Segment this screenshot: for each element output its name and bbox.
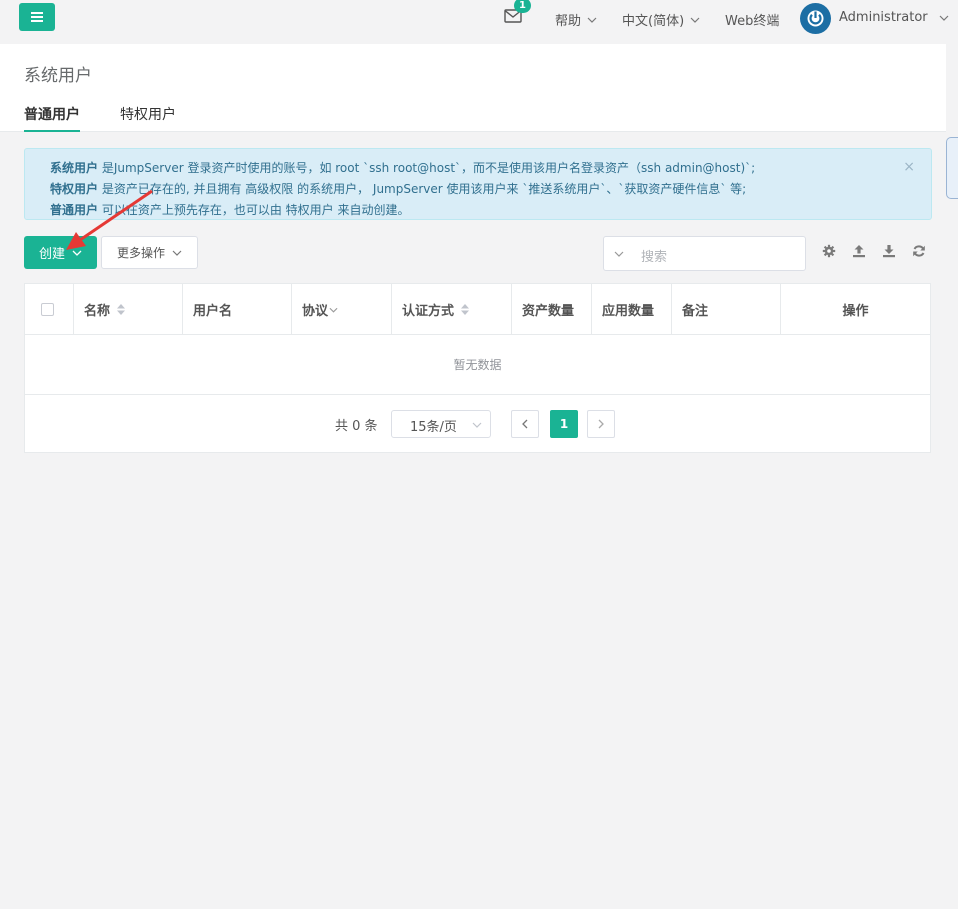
- chevron-right-icon: [598, 419, 604, 429]
- filter-chevron-icon[interactable]: [329, 307, 338, 313]
- table-header: 名称 用户名 协议 认证方式 资产数量 应用数量 备注 操作: [25, 284, 930, 335]
- user-name: Administrator: [839, 10, 928, 25]
- more-actions-button[interactable]: 更多操作: [101, 236, 198, 269]
- column-actions: 操作: [842, 304, 869, 319]
- mail-count-badge: 1: [514, 0, 531, 13]
- help-menu[interactable]: 帮助: [555, 10, 597, 29]
- alert-line-1: 系统用户 是JumpServer 登录资产时使用的账号，如 root `ssh …: [50, 161, 756, 175]
- select-all-checkbox[interactable]: [41, 303, 54, 316]
- alert-line-3: 普通用户 可以在资产上预先存在，也可以由 特权用户 来自动创建。: [50, 203, 410, 217]
- total-count: 共 0 条: [335, 419, 378, 434]
- chevron-down-icon: [939, 15, 949, 21]
- top-navbar: 1 帮助 中文(简体) Web终端 Administrator: [0, 0, 958, 44]
- info-alert: 系统用户 是JumpServer 登录资产时使用的账号，如 root `ssh …: [24, 148, 932, 220]
- column-asset-count: 资产数量: [512, 284, 592, 335]
- select-all-cell: [25, 284, 74, 335]
- upload-icon[interactable]: [852, 244, 866, 258]
- help-label: 帮助: [555, 14, 582, 29]
- page-number-current[interactable]: 1: [550, 410, 578, 438]
- page-title: 系统用户: [24, 66, 92, 86]
- user-menu[interactable]: Administrator: [839, 10, 949, 25]
- chevron-down-icon: [587, 17, 597, 23]
- power-icon: [807, 10, 824, 27]
- tab-normal-users[interactable]: 普通用户: [24, 104, 80, 132]
- chevron-down-icon[interactable]: [614, 251, 624, 257]
- pagination: 共 0 条 15条/页 1: [25, 395, 930, 452]
- column-name[interactable]: 名称: [74, 284, 183, 335]
- column-username: 用户名: [183, 284, 292, 335]
- search-input[interactable]: 搜索: [603, 236, 806, 271]
- download-icon[interactable]: [882, 244, 896, 258]
- chevron-down-icon: [72, 250, 82, 256]
- avatar[interactable]: [800, 3, 831, 34]
- create-label: 创建: [38, 247, 65, 262]
- column-auth-method[interactable]: 认证方式: [392, 284, 512, 335]
- language-label: 中文(简体): [622, 14, 685, 29]
- page-size-select[interactable]: 15条/页: [391, 410, 491, 438]
- alert-line-2: 特权用户 是资产已存在的, 并且拥有 高级权限 的系统用户， JumpServe…: [50, 182, 747, 196]
- column-app-count: 应用数量: [592, 284, 672, 335]
- chevron-down-icon: [690, 17, 700, 23]
- page-size-value: 15条/页: [410, 420, 457, 435]
- gear-icon[interactable]: [822, 244, 836, 258]
- column-comment: 备注: [672, 284, 781, 335]
- sidebar-toggle-button[interactable]: [19, 3, 55, 31]
- search-placeholder: 搜索: [641, 250, 668, 265]
- tab-admin-users[interactable]: 特权用户: [120, 104, 176, 132]
- sort-icon[interactable]: [116, 303, 126, 316]
- create-button[interactable]: 创建: [24, 236, 97, 269]
- close-icon[interactable]: ×: [903, 157, 915, 178]
- system-users-table: 名称 用户名 协议 认证方式 资产数量 应用数量 备注 操作 暂无数据 共 0 …: [24, 283, 931, 453]
- refresh-icon[interactable]: [912, 244, 926, 258]
- language-menu[interactable]: 中文(简体): [622, 10, 700, 29]
- more-actions-label: 更多操作: [116, 246, 165, 260]
- page-header: 系统用户 普通用户 特权用户: [0, 44, 946, 132]
- next-page-button[interactable]: [587, 410, 615, 438]
- web-terminal-link[interactable]: Web终端: [725, 10, 779, 29]
- chevron-down-icon: [172, 250, 182, 256]
- chevron-left-icon: [522, 419, 528, 429]
- prev-page-button[interactable]: [511, 410, 539, 438]
- column-protocol[interactable]: 协议: [292, 284, 392, 335]
- empty-state: 暂无数据: [25, 335, 930, 395]
- side-drawer-handle[interactable]: [946, 137, 958, 199]
- chevron-down-icon: [472, 422, 482, 428]
- hamburger-icon: [31, 12, 43, 22]
- sort-icon[interactable]: [460, 303, 470, 316]
